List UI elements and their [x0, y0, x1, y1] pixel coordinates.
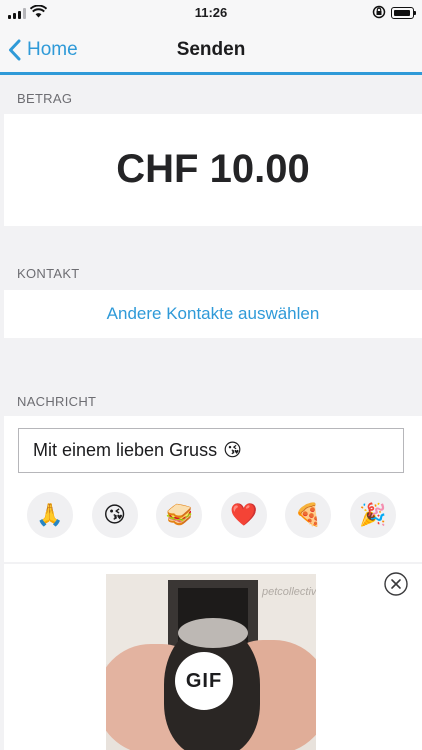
status-time: 11:26	[194, 5, 228, 20]
emoji-button-kiss[interactable]: 😘	[91, 492, 138, 538]
page-title: Senden	[176, 39, 246, 60]
amount-value[interactable]: CHF 10.00	[4, 147, 422, 192]
navigation-bar: Home Senden	[0, 26, 422, 74]
emoji-picker: 🙏 😘 🥪 ❤️ 🍕 🎉	[27, 492, 396, 538]
contact-section-label: KONTAKT	[17, 266, 80, 281]
emoji-button-party[interactable]: 🎉	[349, 492, 396, 538]
close-gif-icon[interactable]	[384, 572, 408, 596]
message-input[interactable]: Mit einem lieben Gruss 😘	[18, 428, 404, 473]
emoji-button-pray[interactable]: 🙏	[27, 492, 73, 538]
emoji-button-heart[interactable]: ❤️	[220, 492, 267, 538]
orientation-lock-icon	[372, 5, 386, 19]
gif-watermark: petcollective	[262, 586, 316, 598]
status-bar: 11:26	[0, 0, 422, 26]
amount-section-label: BETRAG	[17, 91, 73, 106]
message-text: Mit einem lieben Gruss	[33, 440, 218, 460]
battery-icon	[391, 7, 416, 19]
emoji-button-pizza[interactable]: 🍕	[285, 492, 332, 538]
emoji-button-sandwich[interactable]: 🥪	[156, 492, 203, 538]
gif-preview[interactable]: petcollective GIF	[106, 574, 316, 750]
nav-underline	[0, 72, 422, 75]
gif-play-badge[interactable]: GIF	[175, 652, 233, 710]
message-emoji: 😘	[223, 440, 242, 460]
select-contacts-link[interactable]: Andere Kontakte auswählen	[4, 304, 422, 324]
message-section-label: NACHRICHT	[17, 394, 97, 409]
